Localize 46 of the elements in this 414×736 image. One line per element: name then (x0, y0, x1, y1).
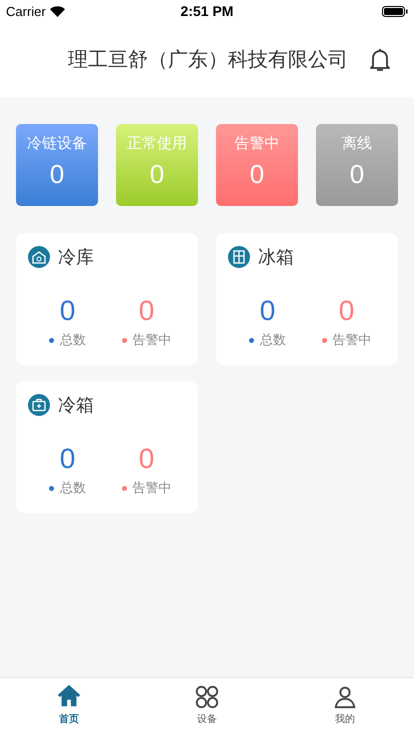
card-title: 冷箱 (58, 394, 94, 417)
device-card[interactable]: 冷箱 0 总数 0 告警中 (16, 381, 198, 513)
count-label: 告警中 (332, 332, 372, 349)
total-count: 0 (60, 443, 76, 475)
count-label: 告警中 (132, 332, 172, 349)
count-label: 总数 (260, 332, 286, 349)
wifi-icon (50, 6, 65, 16)
dot-icon (122, 486, 126, 490)
dot-icon (122, 338, 126, 342)
tab-item[interactable]: 设备 (138, 678, 276, 736)
dot-icon (49, 338, 54, 342)
dot-icon (322, 338, 326, 342)
company-title: 理工亘舒（广东）科技有限公司 (68, 46, 348, 73)
device-icon (28, 246, 50, 268)
bell-icon[interactable] (368, 46, 392, 72)
stat-label: 离线 (342, 134, 372, 153)
stat-value: 0 (350, 159, 364, 190)
stat-value: 0 (50, 159, 64, 190)
dot-icon (249, 338, 254, 342)
alarm-count: 0 (338, 295, 354, 327)
device-icon (228, 246, 250, 268)
clock: 2:51 PM (180, 3, 234, 19)
tab-item[interactable]: 我的 (276, 678, 414, 736)
count-label: 总数 (60, 480, 86, 497)
stat-label: 冷链设备 (27, 134, 87, 153)
circles-icon (194, 684, 220, 710)
count-label: 告警中 (132, 480, 172, 497)
device-card[interactable]: 冷库 0 总数 0 告警中 (16, 233, 198, 365)
total-count: 0 (60, 295, 76, 327)
carrier-label: Carrier (6, 4, 46, 18)
card-title: 冰箱 (258, 246, 294, 269)
device-card[interactable]: 冰箱 0 总数 0 告警中 (216, 233, 398, 365)
alarm-count: 0 (138, 295, 154, 327)
stat-value: 0 (150, 159, 164, 190)
dot-icon (49, 486, 54, 490)
count-label: 总数 (60, 332, 86, 349)
tab-item[interactable]: 首页 (0, 678, 138, 736)
device-icon (28, 394, 50, 416)
stat-label: 正常使用 (127, 134, 187, 153)
battery-icon (382, 6, 408, 16)
card-title: 冷库 (58, 246, 94, 269)
person-icon (332, 684, 358, 710)
stat-value: 0 (250, 159, 264, 190)
total-count: 0 (260, 295, 276, 327)
stat-label: 告警中 (234, 134, 280, 153)
alarm-count: 0 (138, 443, 154, 475)
